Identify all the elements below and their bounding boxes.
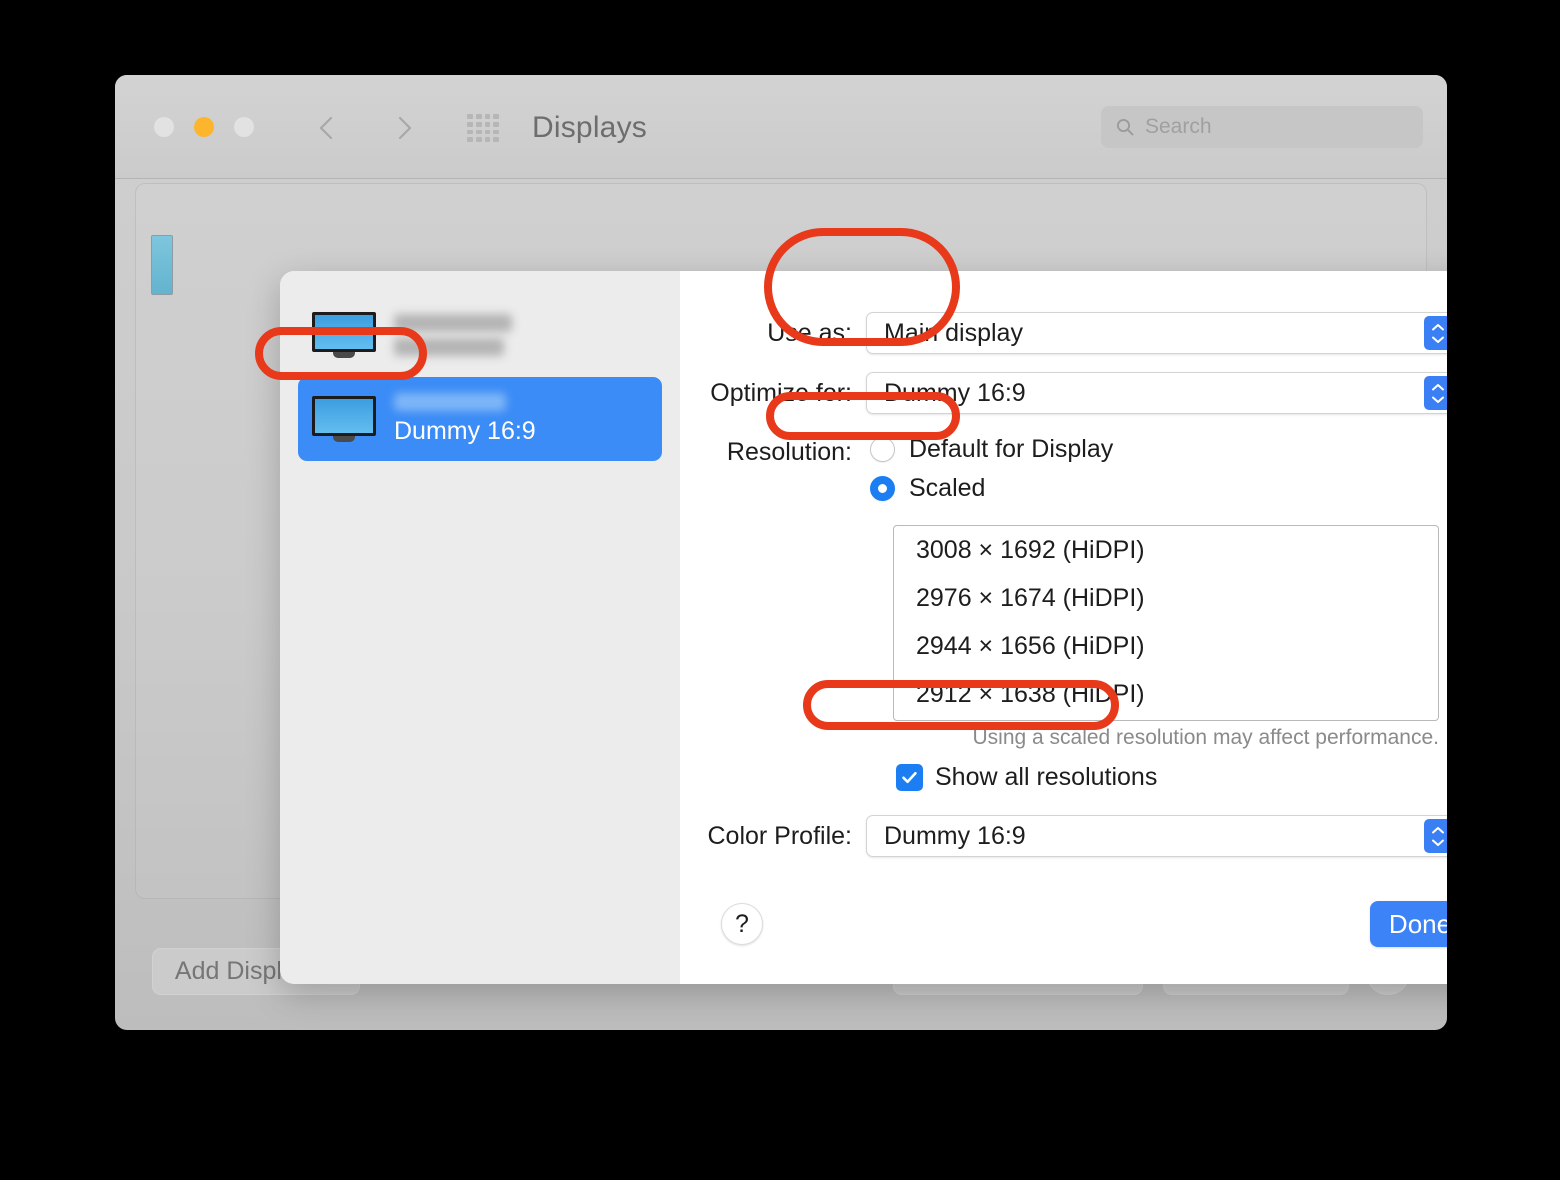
monitor-icon — [312, 312, 376, 358]
display-list-item-dummy[interactable]: Dummy 16:9 — [298, 377, 662, 461]
minimize-button[interactable] — [194, 117, 214, 137]
optimize-for-label: Optimize for: — [710, 378, 852, 407]
optimize-for-row: Optimize for: Dummy 16:9 — [680, 372, 1447, 414]
color-profile-value: Dummy 16:9 — [884, 821, 1026, 850]
window-titlebar: Displays Search — [115, 75, 1447, 179]
resolution-list-item[interactable]: 3008 × 1692 (HiDPI) — [894, 526, 1438, 574]
resolution-list-item[interactable]: 2944 × 1656 (HiDPI) — [894, 622, 1438, 670]
screen: Displays Search Add Display ⌄ Display Se… — [0, 0, 1560, 1180]
page-title: Displays — [532, 111, 647, 144]
search-icon — [1116, 118, 1134, 136]
redacted-display-subtitle — [394, 392, 506, 411]
monitor-icon — [312, 396, 376, 442]
show-all-preferences-icon[interactable] — [467, 114, 499, 142]
display-settings-sheet: Dummy 16:9 Use as: Main display Optimize… — [280, 271, 1447, 984]
zoom-button[interactable] — [234, 117, 254, 137]
stepper-icon[interactable] — [1424, 819, 1447, 853]
resolution-list-item[interactable]: 2976 × 1674 (HiDPI) — [894, 574, 1438, 622]
color-profile-label: Color Profile: — [707, 821, 853, 850]
display-labels — [394, 314, 512, 356]
underlying-display-thumbnail — [151, 235, 173, 295]
use-as-popup[interactable]: Main display — [866, 312, 1447, 354]
show-all-resolutions-label: Show all resolutions — [935, 763, 1158, 791]
optimize-for-value: Dummy 16:9 — [884, 378, 1026, 407]
show-all-resolutions-row[interactable]: Show all resolutions — [896, 763, 1157, 792]
resolution-label: Resolution: — [726, 438, 852, 466]
color-profile-popup[interactable]: Dummy 16:9 — [866, 815, 1447, 857]
use-as-value: Main display — [884, 318, 1023, 347]
display-labels: Dummy 16:9 — [394, 392, 536, 446]
use-as-row: Use as: Main display — [680, 312, 1447, 354]
close-button[interactable] — [154, 117, 174, 137]
resolution-option-scaled[interactable]: Scaled — [870, 474, 985, 503]
display-list-item-primary[interactable] — [298, 293, 662, 377]
resolution-list-item[interactable]: 2912 × 1638 (HiDPI) — [894, 670, 1438, 718]
chevron-right-icon[interactable] — [390, 113, 418, 143]
search-placeholder: Search — [1145, 115, 1212, 138]
resolution-option-scaled-label: Scaled — [909, 474, 986, 502]
resolution-list[interactable]: 3008 × 1692 (HiDPI) 2976 × 1674 (HiDPI) … — [893, 525, 1439, 721]
radio-selected-icon[interactable] — [870, 476, 895, 501]
redacted-display-subtitle — [394, 338, 504, 356]
search-field[interactable]: Search — [1101, 106, 1423, 148]
resolution-option-default[interactable]: Default for Display — [870, 435, 1113, 464]
scaled-resolution-hint: Using a scaled resolution may affect per… — [972, 726, 1439, 749]
traffic-lights — [154, 117, 254, 137]
resolution-option-default-label: Default for Display — [909, 435, 1114, 463]
stepper-icon[interactable] — [1424, 316, 1447, 350]
color-profile-row: Color Profile: Dummy 16:9 — [680, 815, 1447, 857]
display-list-sidebar: Dummy 16:9 — [280, 271, 680, 984]
display-settings-panel: Use as: Main display Optimize for: Dummy… — [680, 271, 1447, 984]
optimize-for-popup[interactable]: Dummy 16:9 — [866, 372, 1447, 414]
display-name-label: Dummy 16:9 — [394, 416, 536, 445]
use-as-label: Use as: — [767, 318, 852, 347]
sheet-help-button[interactable]: ? — [721, 903, 763, 945]
system-preferences-window: Displays Search Add Display ⌄ Display Se… — [115, 75, 1447, 1030]
redacted-display-name — [394, 314, 512, 332]
chevron-left-icon[interactable] — [313, 113, 341, 143]
checkbox-checked-icon[interactable] — [896, 764, 923, 791]
radio-icon[interactable] — [870, 437, 895, 462]
done-button[interactable]: Done — [1370, 901, 1447, 947]
stepper-icon[interactable] — [1424, 376, 1447, 410]
